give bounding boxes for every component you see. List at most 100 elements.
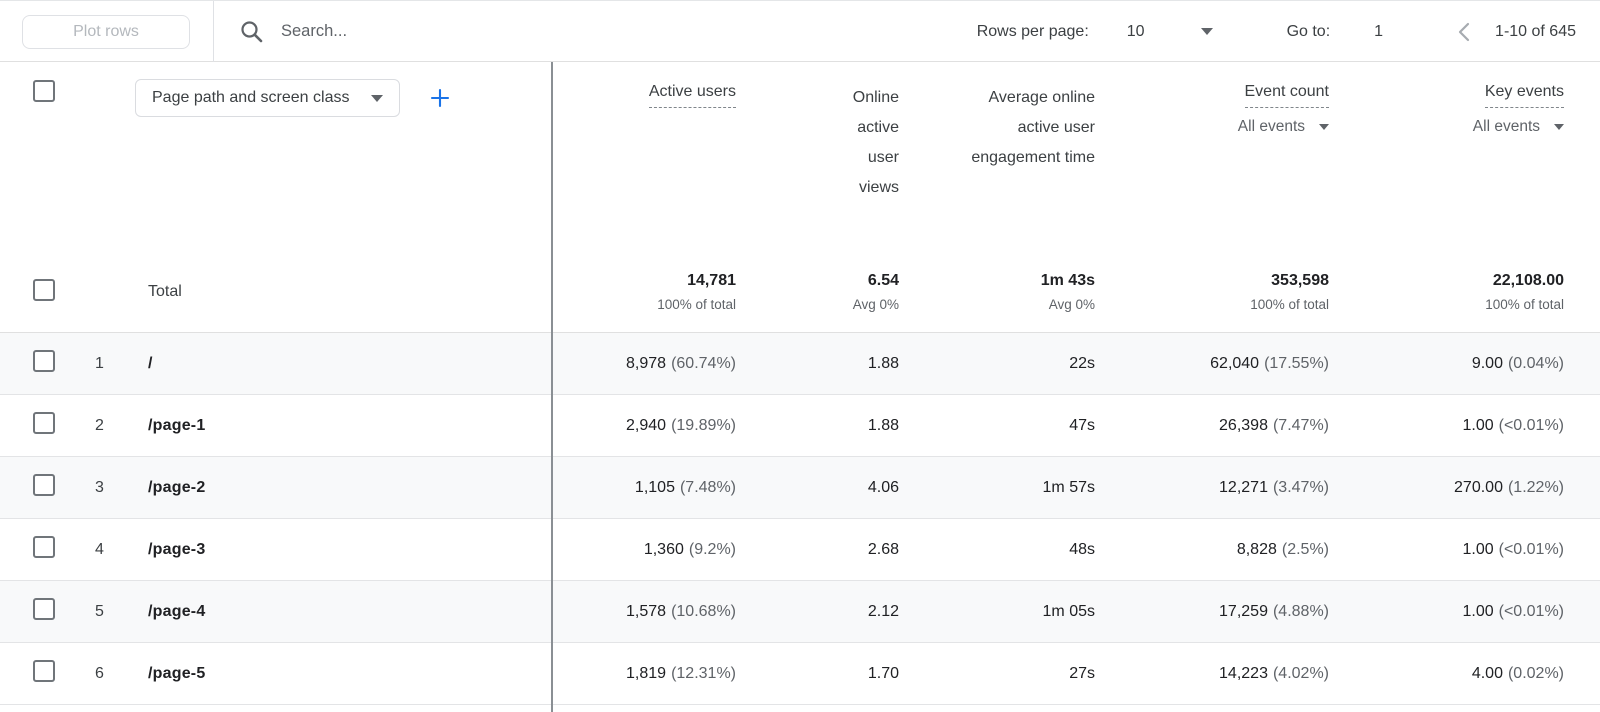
metric-cell: 1,360 (9.2%) — [643, 540, 736, 558]
pagination-range: 1-10 of 645 — [1495, 22, 1576, 40]
page-path-value: /page-1 — [148, 416, 206, 434]
key-events-filter-dropdown[interactable]: All events — [1329, 118, 1564, 136]
total-metric: 22,108.00 100% of total — [1485, 272, 1564, 312]
column-header-online-active-user-views[interactable]: Online active user views — [736, 62, 899, 203]
metric-cell: 4.06 — [867, 478, 899, 496]
rows-per-page-dropdown-icon[interactable] — [1200, 28, 1213, 35]
select-all-checkbox[interactable] — [33, 80, 55, 102]
chevron-down-icon — [371, 94, 384, 102]
plot-rows-button[interactable]: Plot rows — [22, 15, 190, 49]
metric-cell: 2.12 — [867, 602, 899, 620]
previous-page-button[interactable] — [1457, 21, 1471, 43]
total-metric: 353,598 100% of total — [1250, 272, 1329, 312]
dimension-header-cell: Page path and screen class — [123, 62, 552, 117]
row-checkbox[interactable] — [33, 536, 55, 558]
metric-cell: 17,259 (4.88%) — [1219, 602, 1329, 620]
row-checkbox-cell — [0, 660, 76, 687]
metric-cell: 14,223 (4.02%) — [1219, 664, 1329, 682]
search-bar — [240, 1, 701, 62]
page-path-value: / — [148, 354, 153, 372]
column-header-active-users[interactable]: Active users — [552, 62, 736, 108]
rows-per-page-value[interactable]: 10 — [1127, 23, 1145, 41]
metric-cell: 1m 05s — [1042, 602, 1095, 620]
table-row: 2/page-1 2,940 (19.89%) 1.88 47s 26,398 (7.47%… — [0, 395, 1600, 457]
metric-cell: 47s — [1069, 416, 1095, 434]
metric-cell: 26,398 (7.47%) — [1219, 416, 1329, 434]
search-icon — [240, 20, 263, 43]
table-header-row: Page path and screen class Active users … — [0, 62, 1600, 252]
table-row: 4/page-3 1,360 (9.2%) 2.68 48s 8,828 (2.5%) 1.0… — [0, 519, 1600, 581]
total-metric: 1m 43s Avg 0% — [1040, 272, 1095, 312]
total-metric: 6.54 Avg 0% — [852, 272, 899, 312]
row-checkbox[interactable] — [33, 474, 55, 496]
metric-cell: 2,940 (19.89%) — [626, 416, 736, 434]
row-checkbox-cell — [0, 474, 76, 501]
row-index: 6 — [95, 664, 104, 682]
metric-cell: 4.00 (0.02%) — [1471, 664, 1564, 682]
metric-cell: 1.70 — [867, 664, 899, 682]
row-index: 5 — [95, 602, 104, 620]
row-checkbox-cell — [0, 412, 76, 439]
table-row: 3/page-2 1,105 (7.48%) 4.06 1m 57s 12,271 (3.4… — [0, 457, 1600, 519]
metric-cell: 1,105 (7.48%) — [634, 478, 736, 496]
table-row: 5/page-4 1,578 (10.68%) 2.12 1m 05s 17,259 (4.… — [0, 581, 1600, 643]
metric-cell: 1.00 (<0.01%) — [1462, 540, 1564, 558]
analytics-table-page: Plot rows Rows per page: 10 Go to: 1 1-1… — [0, 0, 1600, 712]
metric-cell: 2.68 — [867, 540, 899, 558]
row-checkbox-cell — [0, 598, 76, 625]
page-path-value: /page-2 — [148, 478, 206, 496]
metric-cell: 8,978 (60.74%) — [626, 354, 736, 372]
dimension-selector-dropdown[interactable]: Page path and screen class — [135, 79, 401, 117]
column-header-key-events[interactable]: Key events All events — [1329, 62, 1600, 136]
chevron-down-icon — [1554, 124, 1564, 130]
toolbar-divider — [213, 1, 214, 62]
row-checkbox[interactable] — [33, 598, 55, 620]
metric-cell: 27s — [1069, 664, 1095, 682]
total-row-checkbox[interactable] — [33, 278, 55, 301]
row-checkbox-cell — [0, 536, 76, 563]
metric-cell: 48s — [1069, 540, 1095, 558]
column-header-avg-engagement-time[interactable]: Average online active user engagement ti… — [899, 62, 1095, 173]
metric-cell: 1,819 (12.31%) — [626, 664, 736, 682]
metric-cell: 1.00 (<0.01%) — [1462, 602, 1564, 620]
metric-cell: 9.00 (0.04%) — [1471, 354, 1564, 372]
total-label: Total — [148, 283, 182, 300]
add-dimension-button[interactable] — [428, 86, 452, 110]
metric-cell: 8,828 (2.5%) — [1236, 540, 1329, 558]
rows-per-page-label: Rows per page: — [976, 22, 1089, 40]
metric-cell: 1.00 (<0.01%) — [1462, 416, 1564, 434]
row-index: 2 — [95, 416, 104, 434]
column-header-event-count[interactable]: Event count All events — [1095, 62, 1329, 136]
row-checkbox[interactable] — [33, 660, 55, 682]
event-count-filter-dropdown[interactable]: All events — [1095, 118, 1329, 136]
chevron-left-icon — [1458, 22, 1470, 41]
row-checkbox-cell — [0, 350, 76, 377]
page-path-value: /page-4 — [148, 602, 206, 620]
row-index: 1 — [95, 354, 104, 372]
row-checkbox[interactable] — [33, 412, 55, 434]
pagination-controls: Rows per page: 10 Go to: 1 1-10 of 645 — [977, 1, 1600, 62]
page-path-value: /page-5 — [148, 664, 206, 682]
metric-cell: 270.00 (1.22%) — [1454, 478, 1564, 496]
page-path-value: /page-3 — [148, 540, 206, 558]
table-row: 1 / 8,978 (60.74%) 1.88 22s 62,040 (17.55%) 9.00… — [0, 333, 1600, 395]
header-checkbox-cell — [0, 62, 76, 107]
metric-cell: 1.88 — [867, 354, 899, 372]
go-to-input[interactable]: 1 — [1374, 23, 1383, 41]
metric-cell: 1.88 — [867, 416, 899, 434]
metric-cell: 22s — [1069, 354, 1095, 372]
chevron-down-icon — [1319, 124, 1329, 130]
metric-cell: 12,271 (3.47%) — [1219, 478, 1329, 496]
total-metric: 14,781 100% of total — [657, 272, 736, 312]
metric-cell: 1m 57s — [1042, 478, 1095, 496]
table-body: 1 / 8,978 (60.74%) 1.88 22s 62,040 (17.55%) 9.00… — [0, 333, 1600, 705]
dimension-selector-label: Page path and screen class — [152, 89, 350, 106]
metric-cell: 1,578 (10.68%) — [626, 602, 736, 620]
search-input[interactable] — [281, 22, 701, 41]
total-checkbox-cell — [0, 278, 76, 306]
dimension-metric-divider — [551, 62, 553, 712]
row-checkbox[interactable] — [33, 350, 55, 372]
total-row: Total 14,781 100% of total 6.54 Avg 0% 1… — [0, 252, 1600, 333]
row-index: 4 — [95, 540, 104, 558]
metric-cell: 62,040 (17.55%) — [1210, 354, 1329, 372]
